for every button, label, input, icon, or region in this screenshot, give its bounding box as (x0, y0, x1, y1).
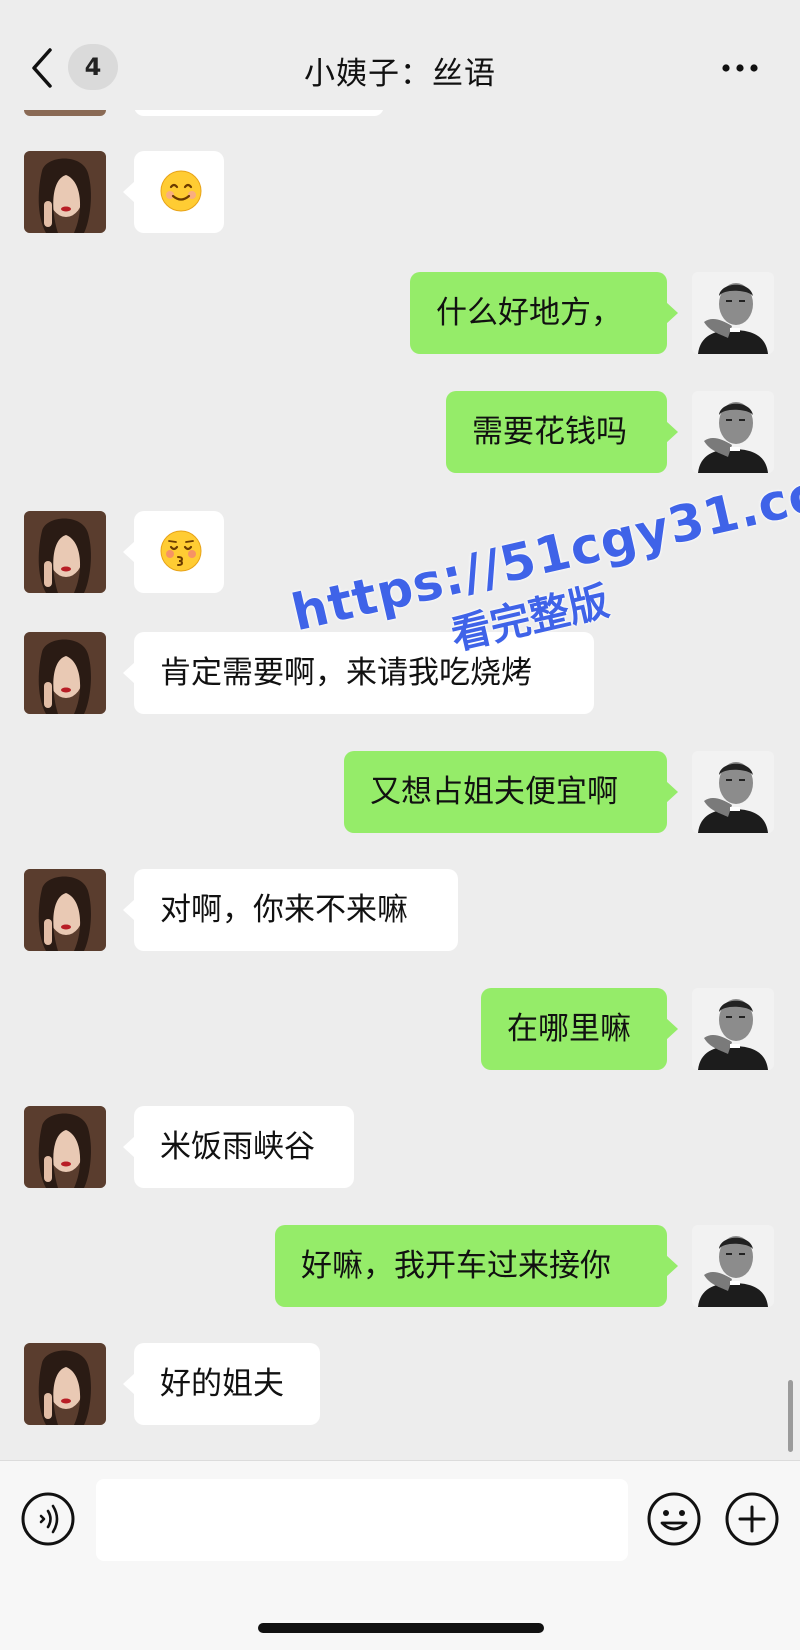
message-bubble-outgoing[interactable]: 好嘛，我开车过来接你 (275, 1225, 678, 1307)
chat-title: 小姨子：丝语 (304, 56, 496, 92)
emoji-picker-icon[interactable] (646, 1491, 702, 1547)
kissing-face-emoji-icon (160, 530, 202, 572)
my-avatar[interactable] (692, 272, 774, 354)
message-bubble-incoming[interactable]: 对啊，你来不来嘛 (123, 869, 458, 951)
partial-avatar (24, 110, 106, 116)
chat-header: 4 小姨子：丝语 (0, 0, 800, 110)
message-bubble-incoming[interactable]: 米饭雨峡谷 (123, 1106, 354, 1188)
message-bubble-incoming[interactable] (123, 511, 224, 593)
message-input[interactable] (96, 1479, 628, 1561)
message-bubble-outgoing[interactable]: 又想占姐夫便宜啊 (344, 751, 678, 833)
contact-avatar[interactable] (24, 1106, 106, 1188)
message-list[interactable]: 什么好地方， 需要花钱吗 肯定需要啊，来请我吃烧烤 又想占姐夫便宜啊 对啊，你来… (0, 110, 800, 1460)
scrollbar[interactable] (788, 1380, 793, 1452)
my-avatar[interactable] (692, 391, 774, 473)
contact-avatar[interactable] (24, 151, 106, 233)
contact-avatar[interactable] (24, 869, 106, 951)
my-avatar[interactable] (692, 1225, 774, 1307)
smiling-face-emoji-icon (160, 170, 202, 212)
more-actions-plus-icon[interactable] (724, 1491, 780, 1547)
home-indicator[interactable] (258, 1623, 544, 1633)
my-avatar[interactable] (692, 751, 774, 833)
message-bubble-outgoing[interactable]: 在哪里嘛 (481, 988, 678, 1070)
more-options-icon[interactable] (718, 56, 762, 80)
message-bubble-incoming[interactable]: 肯定需要啊，来请我吃烧烤 (123, 632, 594, 714)
partial-message-bubble (134, 110, 384, 116)
contact-avatar[interactable] (24, 632, 106, 714)
contact-avatar[interactable] (24, 511, 106, 593)
message-bubble-incoming[interactable] (123, 151, 224, 233)
input-bar (0, 1460, 800, 1650)
message-bubble-incoming[interactable]: 好的姐夫 (123, 1343, 320, 1425)
message-bubble-outgoing[interactable]: 什么好地方， (410, 272, 678, 354)
my-avatar[interactable] (692, 988, 774, 1070)
message-bubble-outgoing[interactable]: 需要花钱吗 (446, 391, 678, 473)
contact-avatar[interactable] (24, 1343, 106, 1425)
voice-input-icon[interactable] (20, 1491, 76, 1547)
